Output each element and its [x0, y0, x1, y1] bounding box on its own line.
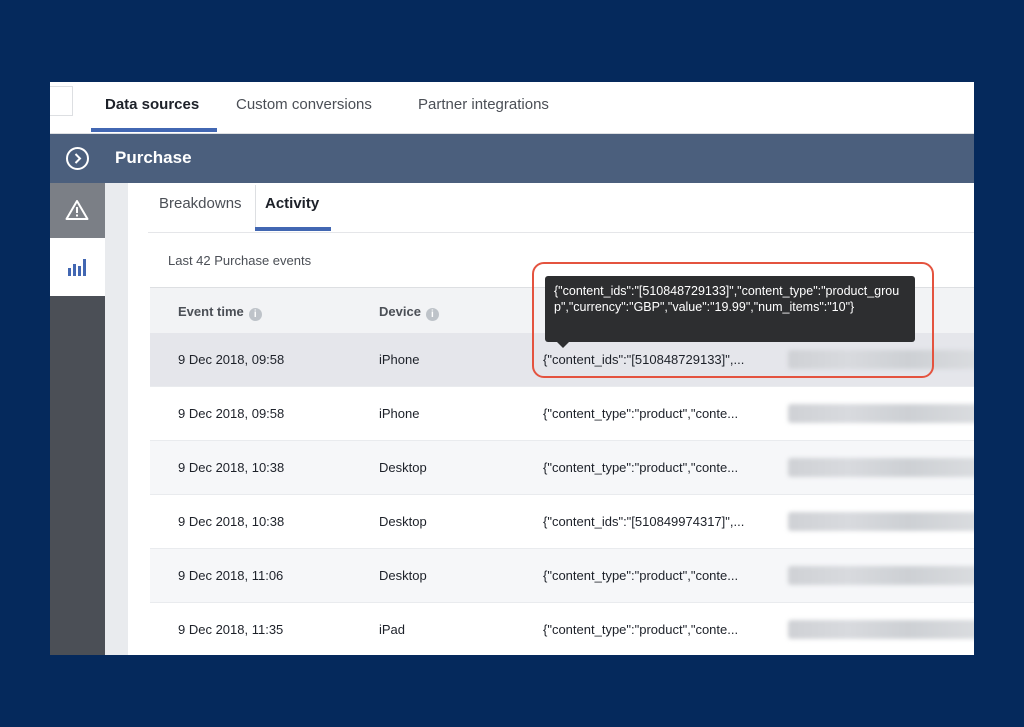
table-row[interactable]: 9 Dec 2018, 11:06 Desktop {"content_type…: [150, 549, 974, 603]
table-row[interactable]: 9 Dec 2018, 09:58 iPhone {"content_type"…: [150, 387, 974, 441]
tab-custom-conversions[interactable]: Custom conversions: [236, 96, 372, 113]
tab-activity[interactable]: Activity: [265, 195, 319, 212]
parameters-cell[interactable]: {"content_type":"product","conte...: [543, 460, 738, 475]
device-cell: iPhone: [379, 352, 420, 367]
blurred-url-cell: [788, 458, 974, 477]
parameters-cell[interactable]: {"content_ids":"[510849974317]",...: [543, 514, 744, 529]
info-icon[interactable]: i: [248, 308, 262, 321]
back-panel-edge[interactable]: [50, 86, 73, 116]
highlight-annotation: [532, 262, 934, 378]
active-subtab-indicator: [255, 227, 331, 231]
event-time-cell: 9 Dec 2018, 10:38: [178, 460, 285, 475]
side-nav: [50, 183, 105, 655]
parameters-cell[interactable]: {"content_type":"product","conte...: [543, 406, 738, 421]
event-header-bar: Purchase: [50, 134, 974, 183]
activity-panel: Breakdowns Activity Last 42 Purchase eve…: [128, 183, 974, 655]
column-header-label: Device: [379, 304, 421, 319]
parameters-cell[interactable]: {"content_type":"product","conte...: [543, 622, 738, 637]
device-cell: Desktop: [379, 514, 427, 529]
tab-breakdowns[interactable]: Breakdowns: [159, 195, 242, 212]
tab-data-sources[interactable]: Data sources: [105, 96, 199, 113]
blurred-url-cell: [788, 620, 974, 639]
event-time-cell: 9 Dec 2018, 09:58: [178, 352, 285, 367]
parameters-cell[interactable]: {"content_type":"product","conte...: [543, 568, 738, 583]
subtab-divider: [255, 185, 256, 227]
device-cell: Desktop: [379, 460, 427, 475]
content-gutter: [105, 183, 128, 655]
tab-partner-integrations[interactable]: Partner integrations: [418, 96, 549, 113]
event-time-cell: 9 Dec 2018, 11:06: [178, 568, 284, 583]
sidenav-item-activity[interactable]: [50, 238, 105, 296]
column-header-event-time: Event time i: [178, 304, 262, 321]
blurred-url-cell: [788, 566, 974, 585]
sidenav-item-diagnostics[interactable]: [50, 183, 105, 238]
table-row[interactable]: 9 Dec 2018, 11:35 iPad {"content_type":"…: [150, 603, 974, 655]
chevron-right-circle-icon[interactable]: [66, 147, 89, 170]
active-tab-indicator: [91, 128, 217, 132]
device-cell: Desktop: [379, 568, 427, 583]
warning-triangle-icon: [65, 200, 89, 220]
events-count-caption: Last 42 Purchase events: [168, 253, 312, 268]
subtab-baseline: [148, 232, 974, 233]
event-time-cell: 9 Dec 2018, 09:58: [178, 406, 285, 421]
top-tab-bar: Data sources Custom conversions Partner …: [50, 82, 974, 134]
table-row[interactable]: 9 Dec 2018, 10:38 Desktop {"content_type…: [150, 441, 974, 495]
device-cell: iPhone: [379, 406, 420, 421]
info-icon[interactable]: i: [425, 308, 439, 321]
event-title: Purchase: [115, 148, 192, 167]
column-header-device: Device i: [379, 304, 439, 321]
event-time-cell: 9 Dec 2018, 10:38: [178, 514, 285, 529]
column-header-label: Event time: [178, 304, 244, 319]
blurred-url-cell: [788, 404, 974, 423]
bar-chart-icon: [68, 259, 86, 276]
device-cell: iPad: [379, 622, 406, 637]
table-row[interactable]: 9 Dec 2018, 10:38 Desktop {"content_ids"…: [150, 495, 974, 549]
blurred-url-cell: [788, 512, 974, 531]
event-time-cell: 9 Dec 2018, 11:35: [178, 622, 284, 637]
